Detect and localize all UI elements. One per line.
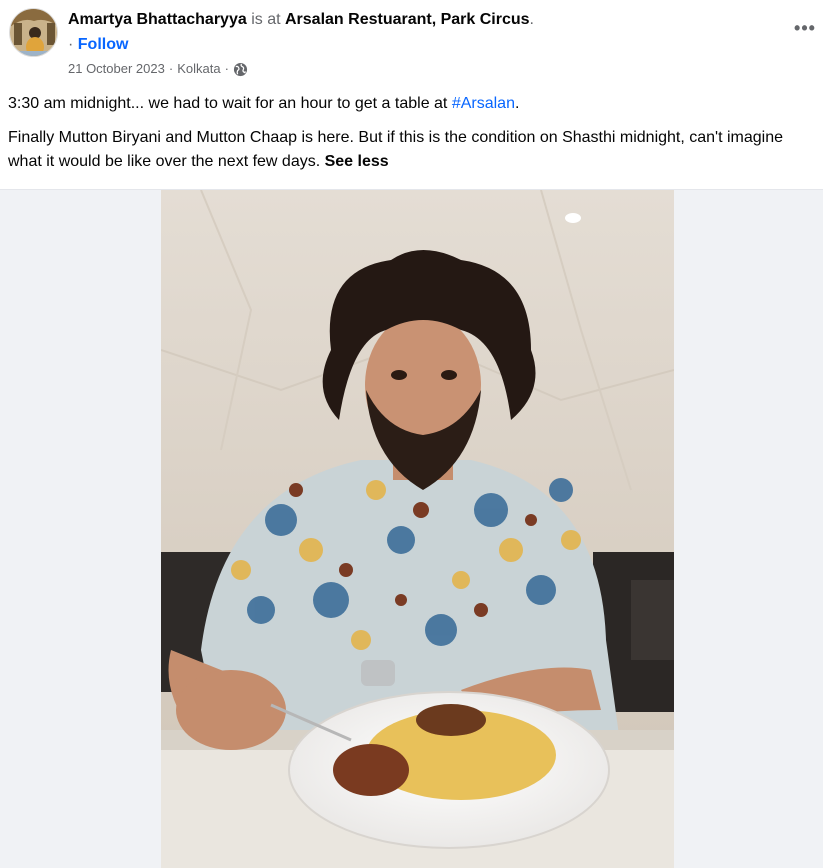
meta-separator: · [168,61,174,76]
meta-separator: · [224,61,229,76]
post-location[interactable]: Kolkata [177,60,220,78]
post-paragraph-2: Finally Mutton Biryani and Mutton Chaap … [8,126,811,174]
avatar-image [10,9,57,56]
post-date[interactable]: 21 October 2023 [68,60,165,78]
follow-line: · Follow [68,35,128,55]
follow-button[interactable]: Follow [78,36,129,53]
follow-separator: · [68,36,74,53]
see-less-button[interactable]: See less [325,153,389,170]
author-line: Amartya Bhattacharyya is at Arsalan Rest… [68,10,773,30]
hashtag-link[interactable]: #Arsalan [452,95,515,112]
author-name[interactable]: Amartya Bhattacharyya [68,11,247,28]
paragraph-1-end: . [514,95,520,112]
author-avatar[interactable] [9,8,58,57]
place-link[interactable]: Arsalan Restuarant, Park Circus [285,11,530,28]
post-photo[interactable] [161,190,674,868]
post-media[interactable] [0,190,823,868]
is-at-text: is at [251,11,281,28]
post-header: Amartya Bhattacharyya is at Arsalan Rest… [0,0,823,86]
post-text: 3:30 am midnight... we had to wait for a… [8,92,811,184]
paragraph-1-text: 3:30 am midnight... we had to wait for a… [8,95,452,112]
more-options-icon[interactable]: ••• [793,18,817,38]
place-suffix: . [529,11,534,28]
paragraph-2-text: Finally Mutton Biryani and Mutton Chaap … [8,129,784,170]
post-meta: 21 October 2023 · Kolkata · [68,60,248,78]
photo-image [161,190,674,868]
facebook-post: Amartya Bhattacharyya is at Arsalan Rest… [0,0,823,868]
globe-icon[interactable] [233,62,248,77]
post-paragraph-1: 3:30 am midnight... we had to wait for a… [8,92,811,116]
